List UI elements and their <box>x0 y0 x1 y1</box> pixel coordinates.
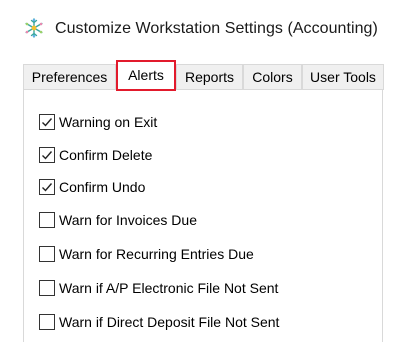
checkbox[interactable] <box>39 314 55 330</box>
window-title: Customize Workstation Settings (Accounti… <box>55 20 378 37</box>
checkbox[interactable] <box>39 246 55 262</box>
option-warn-invoices-due[interactable]: Warn for Invoices Due <box>39 210 197 230</box>
checkbox[interactable] <box>39 179 55 195</box>
tab-reports[interactable]: Reports <box>176 64 243 90</box>
option-label: Warn for Invoices Due <box>59 212 197 228</box>
option-warn-ap-electronic-file[interactable]: Warn if A/P Electronic File Not Sent <box>39 278 278 298</box>
title-bar: Customize Workstation Settings (Accounti… <box>0 0 394 60</box>
option-label: Warn if Direct Deposit File Not Sent <box>59 314 280 330</box>
tab-preferences[interactable]: Preferences <box>23 64 116 90</box>
tab-alerts[interactable]: Alerts <box>116 60 176 91</box>
option-label: Confirm Undo <box>59 179 146 195</box>
tab-user-tools[interactable]: User Tools <box>302 64 384 90</box>
option-warn-recurring-entries-due[interactable]: Warn for Recurring Entries Due <box>39 244 254 264</box>
option-label: Warn for Recurring Entries Due <box>59 246 254 262</box>
tab-colors[interactable]: Colors <box>243 64 302 90</box>
checkbox[interactable] <box>39 212 55 228</box>
option-label: Warn if A/P Electronic File Not Sent <box>59 280 279 296</box>
option-label: Warning on Exit <box>59 114 158 130</box>
snowflake-app-icon <box>23 17 45 39</box>
checkbox[interactable] <box>39 114 55 130</box>
option-confirm-undo[interactable]: Confirm Undo <box>39 177 145 197</box>
tab-strip: Preferences Alerts Reports Colors User T… <box>23 60 394 91</box>
option-confirm-delete[interactable]: Confirm Delete <box>39 145 152 165</box>
checkbox[interactable] <box>39 280 55 296</box>
option-warn-direct-deposit-file[interactable]: Warn if Direct Deposit File Not Sent <box>39 312 279 332</box>
option-label: Confirm Delete <box>59 147 153 163</box>
checkbox[interactable] <box>39 147 55 163</box>
option-warning-on-exit[interactable]: Warning on Exit <box>39 112 157 132</box>
